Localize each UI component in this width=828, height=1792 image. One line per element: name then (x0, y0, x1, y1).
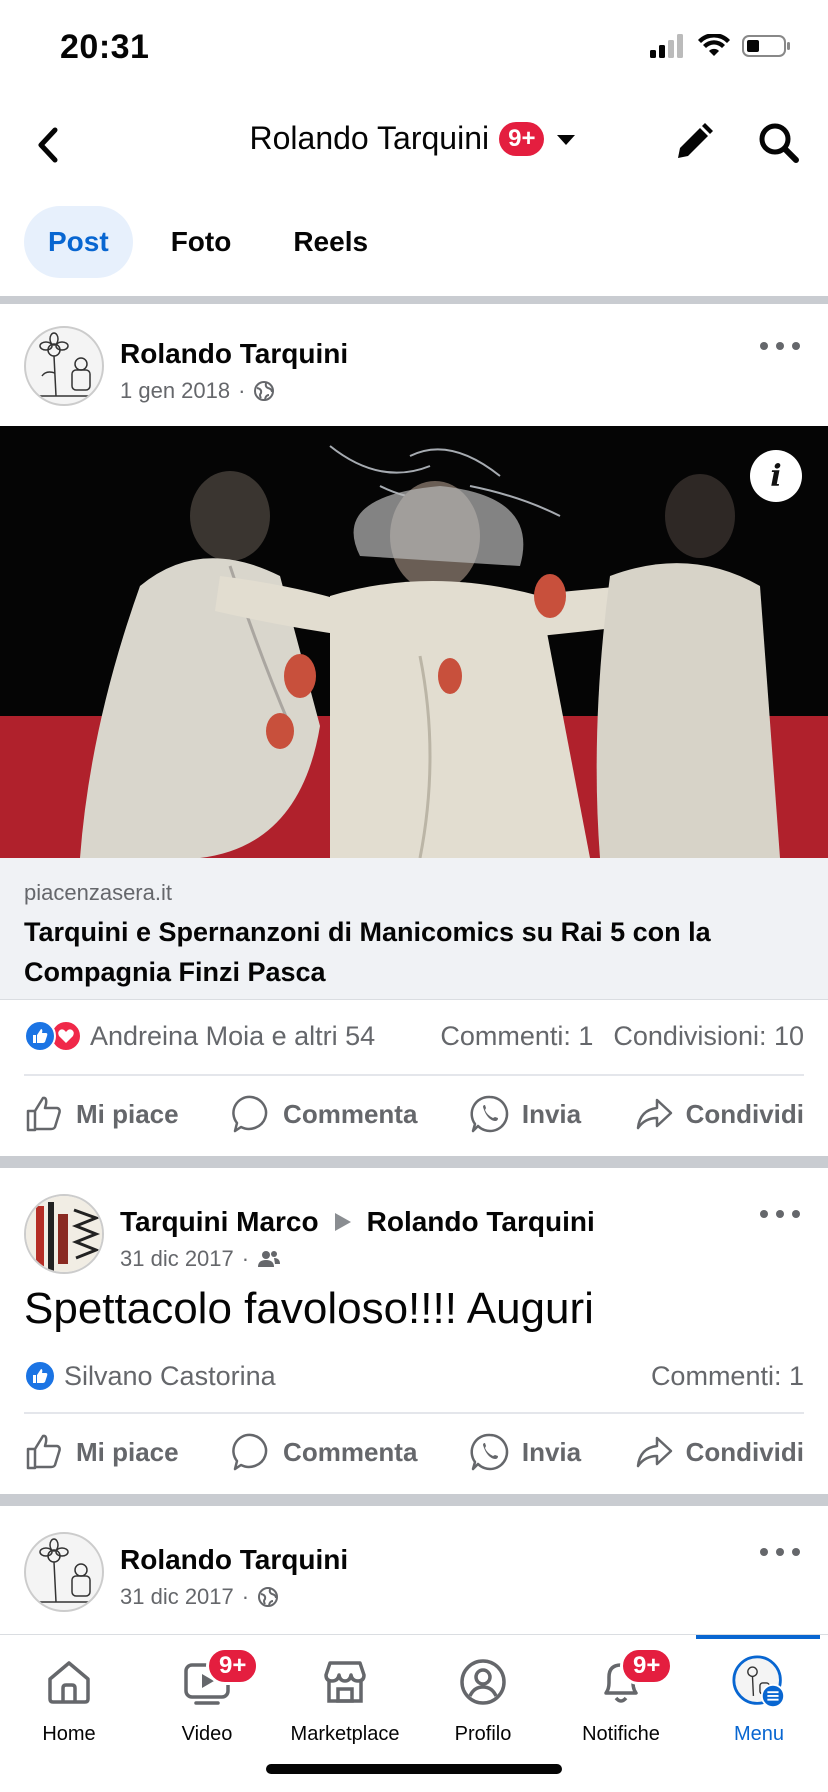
signal-icon (650, 34, 683, 58)
post-options-button[interactable] (760, 1204, 800, 1224)
tab-reels[interactable]: Reels (269, 206, 392, 278)
post-author[interactable]: Rolando Tarquini (120, 1544, 348, 1576)
status-time: 20:31 (60, 28, 150, 66)
reactions-text: Silvano Castorina (64, 1360, 276, 1391)
post-date[interactable]: 1 gen 2018 (120, 378, 230, 404)
share-icon (636, 1436, 672, 1468)
globe-icon (258, 1587, 279, 1607)
marketplace-icon (324, 1661, 366, 1703)
section-divider (0, 1156, 828, 1168)
avatar-drawing-icon (36, 332, 96, 397)
reaction-icons (24, 1020, 82, 1052)
page-header: Rolando Tarquini 9+ (0, 100, 828, 190)
whatsapp-icon (470, 1433, 509, 1471)
reaction-icons (24, 1360, 56, 1392)
globe-icon (254, 381, 275, 401)
post-target[interactable]: Rolando Tarquini (367, 1206, 595, 1238)
whatsapp-icon (470, 1095, 509, 1133)
post-actions: Mi piace Commenta Invia Condividi (24, 1084, 804, 1144)
post-link-image[interactable]: i (0, 426, 828, 858)
nav-home[interactable]: Home (0, 1655, 138, 1746)
link-domain: piacenzasera.it (24, 880, 172, 905)
reactions-summary[interactable]: Silvano Castorina Commenti: 1 (24, 1360, 804, 1392)
bottom-navigation: Home 9+ Video Marketplace Profilo 9+ Not… (0, 1634, 828, 1792)
thumbs-up-icon (26, 1434, 61, 1470)
like-reaction-icon (24, 1360, 56, 1392)
nav-marketplace[interactable]: Marketplace (276, 1655, 414, 1746)
post-options-button[interactable] (760, 336, 800, 356)
post-text: Spettacolo favoloso!!!! Auguri (24, 1284, 594, 1333)
nav-profile[interactable]: Profilo (414, 1655, 552, 1746)
comment-icon (232, 1095, 268, 1133)
reactions-text: Andreina Moia e altri 54 (90, 1020, 376, 1051)
post-actions: Mi piace Commenta Invia Condividi (24, 1422, 804, 1482)
page-title: Rolando Tarquini (249, 120, 490, 156)
avatar[interactable] (24, 1194, 104, 1274)
comment-icon (232, 1433, 268, 1471)
link-title: Tarquini e Spernanzoni di Manicomics su … (24, 917, 711, 987)
caret-down-icon (557, 134, 576, 145)
send-button[interactable]: Invia (470, 1094, 581, 1134)
share-button[interactable]: Condividi (634, 1432, 804, 1472)
status-icons (650, 34, 792, 58)
avatar[interactable] (24, 1532, 104, 1612)
nav-notifications[interactable]: 9+ Notifiche (552, 1647, 690, 1746)
divider (24, 1074, 804, 1076)
avatar[interactable] (24, 326, 104, 406)
post-author-line: Tarquini Marco Rolando Tarquini (120, 1206, 595, 1238)
theatre-photo (0, 426, 828, 858)
nav-menu[interactable]: Menu (690, 1655, 828, 1746)
like-reaction-icon (24, 1020, 56, 1052)
friends-icon (258, 1251, 281, 1267)
home-icon (48, 1661, 90, 1704)
wifi-icon (698, 34, 730, 56)
profile-icon (460, 1659, 506, 1705)
avatar-photo (26, 1196, 102, 1272)
share-icon (636, 1098, 672, 1130)
section-divider (0, 1494, 828, 1506)
battery-icon (742, 35, 790, 57)
search-icon (759, 123, 799, 163)
edit-button[interactable] (670, 120, 716, 166)
like-button[interactable]: Mi piace (24, 1432, 179, 1472)
post-meta: 1 gen 2018 · (120, 378, 275, 404)
tab-foto[interactable]: Foto (147, 206, 256, 278)
avatar-drawing-icon (36, 1538, 96, 1603)
post-date[interactable]: 31 dic 2017 (120, 1246, 234, 1272)
comment-button[interactable]: Commenta (231, 1432, 417, 1472)
comments-count[interactable]: Commenti: 1 (440, 1021, 593, 1052)
active-tab-indicator (696, 1635, 820, 1639)
post-options-button[interactable] (760, 1542, 800, 1562)
post-meta: 31 dic 2017 · (120, 1246, 281, 1272)
pencil-icon (678, 123, 713, 158)
info-icon[interactable]: i (750, 450, 802, 502)
comment-button[interactable]: Commenta (231, 1094, 417, 1134)
comments-count[interactable]: Commenti: 1 (651, 1361, 804, 1392)
post-meta: 31 dic 2017 · (120, 1584, 279, 1610)
send-button[interactable]: Invia (470, 1432, 581, 1472)
link-preview[interactable]: piacenzasera.it Tarquini e Spernanzoni d… (0, 858, 828, 1000)
divider (24, 1412, 804, 1414)
menu-icon (732, 1655, 786, 1709)
thumbs-up-icon (26, 1096, 61, 1132)
status-bar: 20:31 (0, 0, 828, 100)
nav-video[interactable]: 9+ Video (138, 1647, 276, 1746)
notification-badge: 9+ (499, 121, 545, 156)
reactions-summary[interactable]: Andreina Moia e altri 54 Commenti: 1 Con… (24, 1020, 804, 1052)
post-author[interactable]: Tarquini Marco (120, 1206, 319, 1238)
shares-count[interactable]: Condivisioni: 10 (613, 1021, 804, 1052)
tab-post[interactable]: Post (24, 206, 133, 278)
like-button[interactable]: Mi piace (24, 1094, 179, 1134)
section-divider (0, 296, 828, 304)
content-tabs: Post Foto Reels (24, 206, 392, 278)
share-button[interactable]: Condividi (634, 1094, 804, 1134)
arrow-right-icon (334, 1213, 351, 1231)
home-indicator (266, 1764, 562, 1774)
video-badge: 9+ (206, 1647, 260, 1685)
notifications-badge: 9+ (620, 1647, 674, 1685)
search-button[interactable] (756, 120, 802, 166)
post-author[interactable]: Rolando Tarquini (120, 338, 348, 370)
post-date[interactable]: 31 dic 2017 (120, 1584, 234, 1610)
